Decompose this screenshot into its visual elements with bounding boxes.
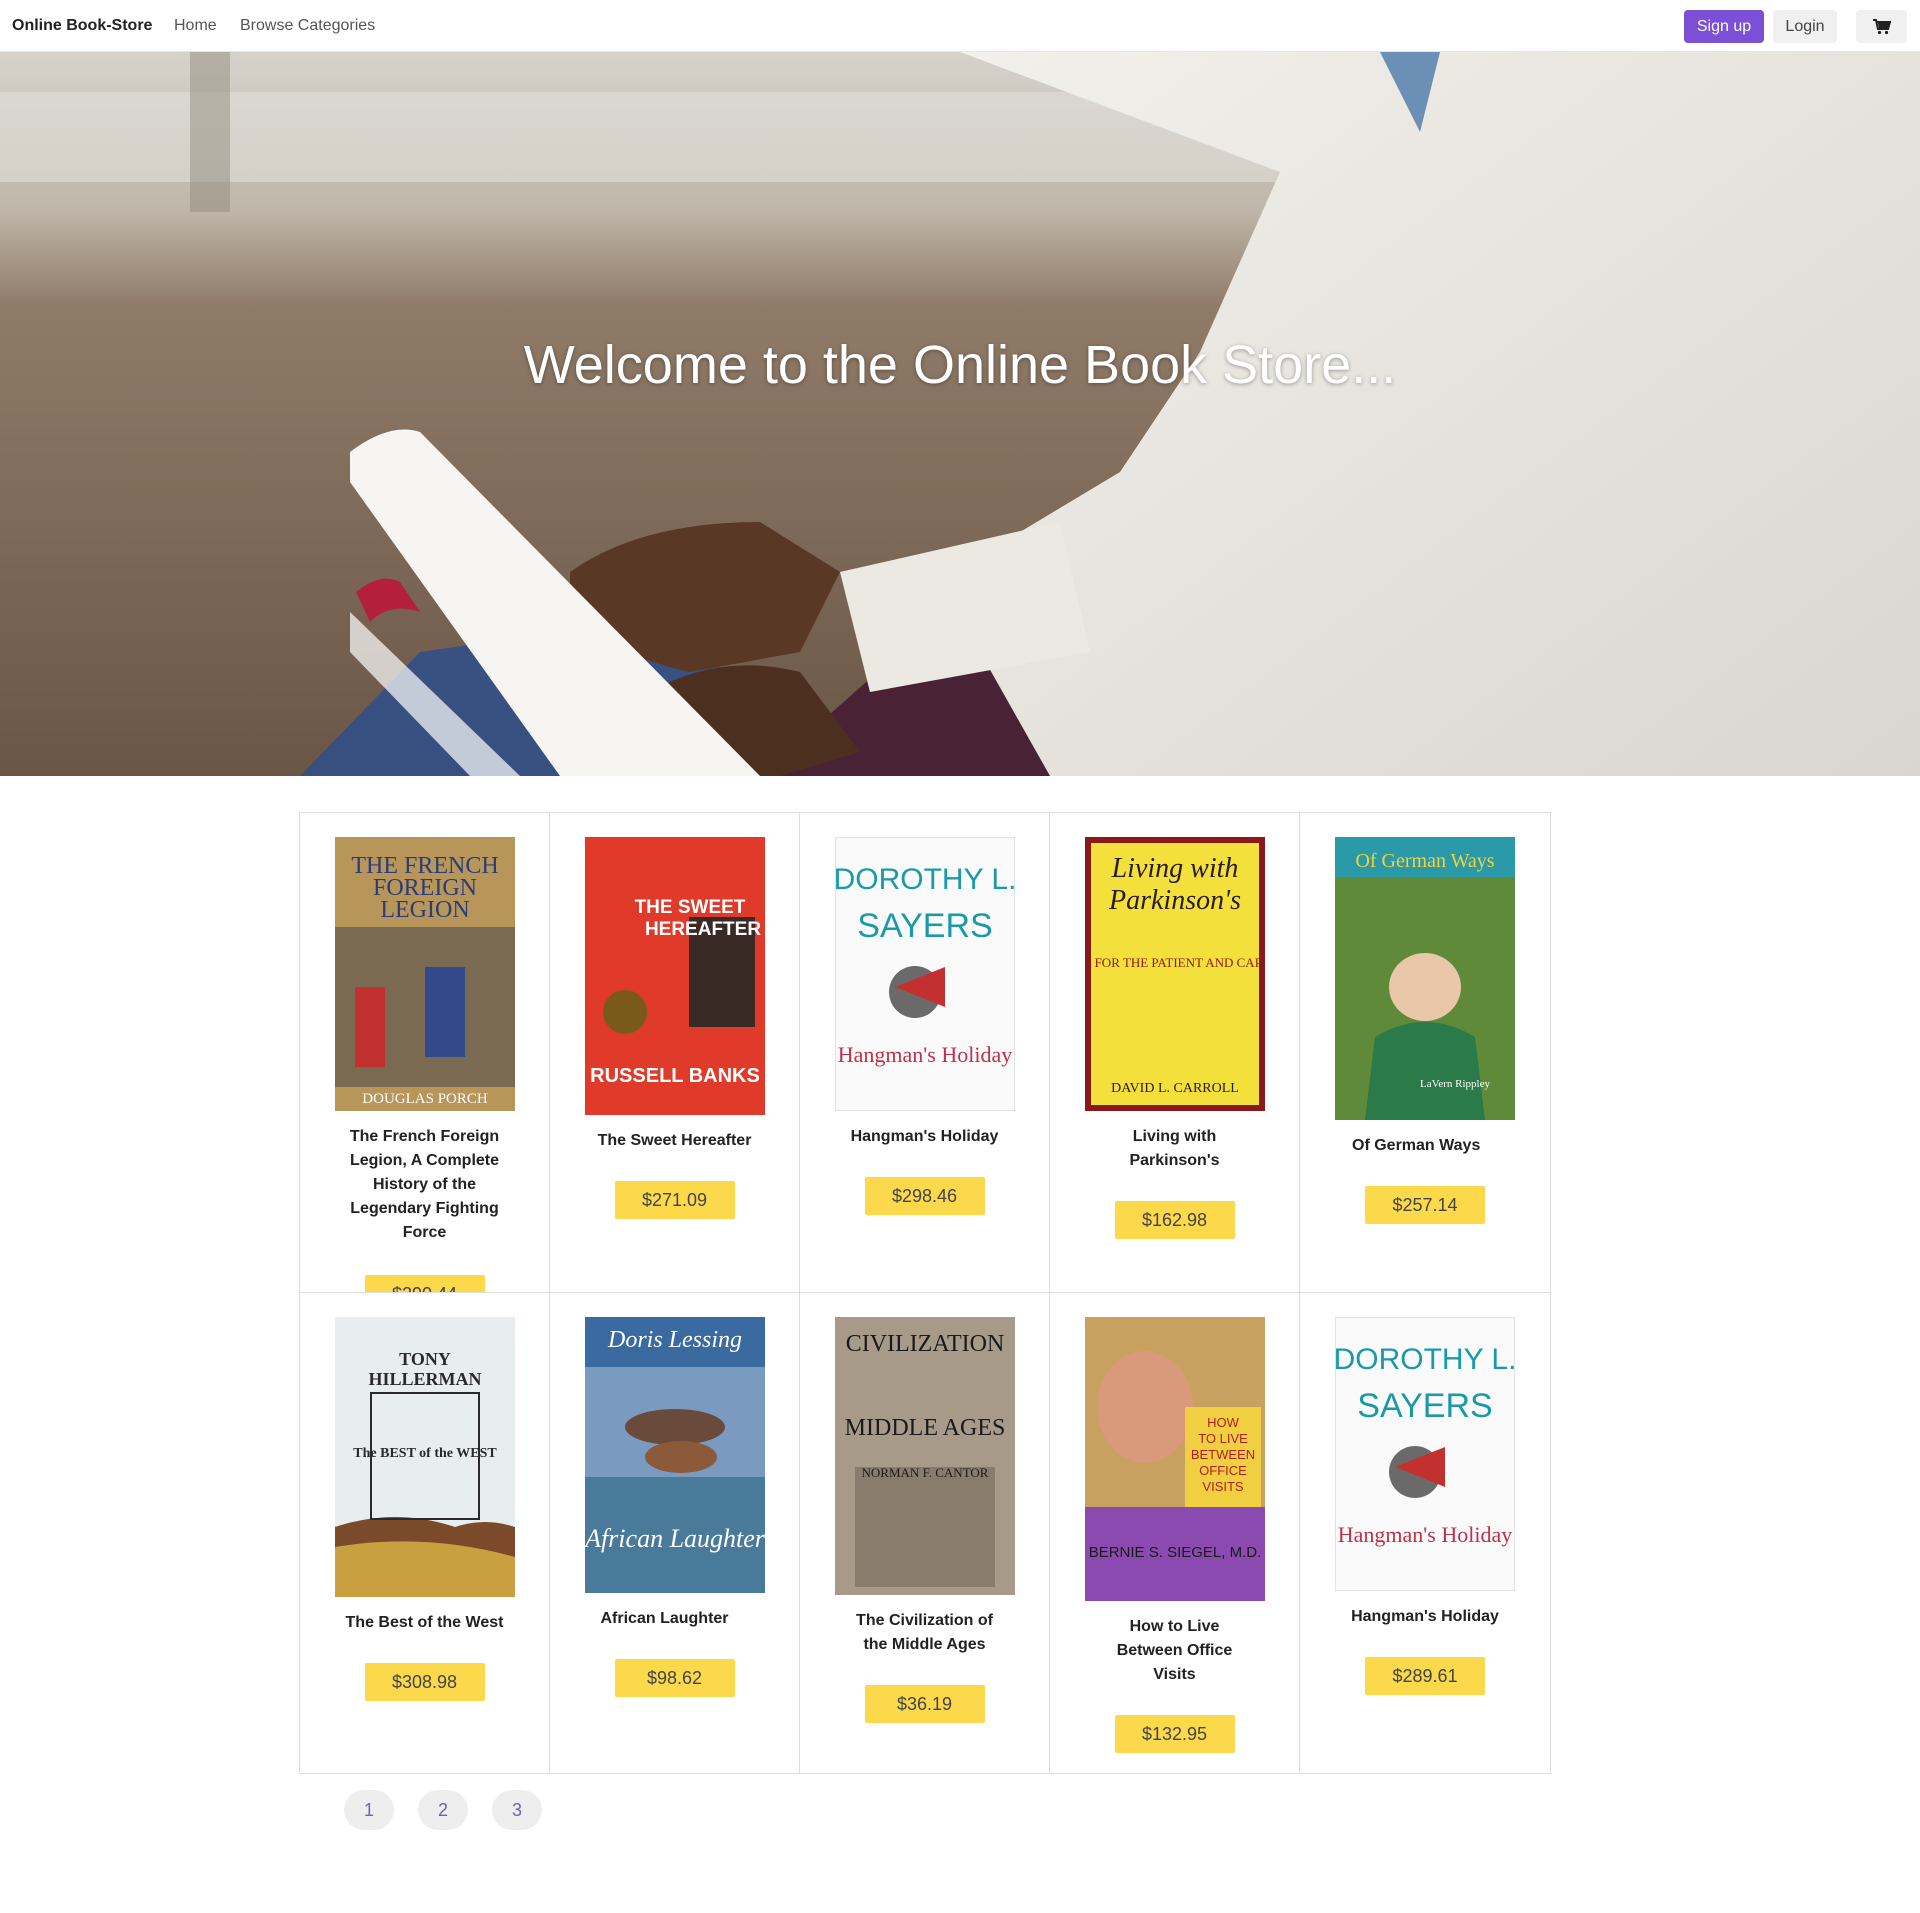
price-button[interactable]: $98.62 (614, 1659, 735, 1697)
price-button[interactable]: $36.19 (864, 1685, 985, 1723)
svg-text:HOW: HOW (1207, 1415, 1240, 1430)
book-title[interactable]: Hangman's Holiday (845, 1125, 1005, 1149)
nav-home-link[interactable]: Home (174, 17, 217, 35)
cart-button[interactable] (1856, 10, 1907, 43)
svg-text:HILLERMAN: HILLERMAN (368, 1369, 481, 1389)
svg-text:MIDDLE AGES: MIDDLE AGES (844, 1415, 1005, 1441)
page-3-button[interactable]: 3 (492, 1790, 542, 1830)
shopping-cart-icon (1872, 18, 1891, 34)
svg-text:SAYERS: SAYERS (857, 907, 992, 945)
hero-photo (0, 52, 1920, 776)
page-2-button[interactable]: 2 (418, 1790, 468, 1830)
svg-text:DAVID L. CARROLL: DAVID L. CARROLL (1111, 1081, 1239, 1096)
svg-text:Living with: Living with (1110, 853, 1238, 884)
hero-title: Welcome to the Online Book Store... (523, 335, 1397, 395)
svg-text:The BEST of the WEST: The BEST of the WEST (353, 1446, 497, 1461)
svg-text:BERNIE S. SIEGEL, M.D.: BERNIE S. SIEGEL, M.D. (1088, 1544, 1261, 1561)
book-title[interactable]: How to Live Between Office Visits (1095, 1615, 1255, 1687)
book-cover[interactable]: THE SWEET HEREAFTER RUSSELL BANKS (584, 837, 765, 1115)
book-cover[interactable]: Doris Lessing African Laughter (584, 1317, 765, 1593)
svg-text:VISITS: VISITS (1202, 1479, 1244, 1494)
svg-text:OFFICE: OFFICE (1199, 1463, 1247, 1478)
book-cover[interactable]: HOW TO LIVE BETWEEN OFFICE VISITS BERNIE… (1084, 1317, 1265, 1601)
book-title[interactable]: The French Foreign Legion, A Complete Hi… (345, 1125, 505, 1245)
price-button[interactable]: $257.14 (1365, 1186, 1485, 1224)
svg-text:TO LIVE: TO LIVE (1198, 1431, 1248, 1446)
svg-text:LaVern Rippley: LaVern Rippley (1420, 1078, 1490, 1090)
price-button[interactable]: $308.98 (364, 1663, 485, 1701)
svg-text:Hangman's Holiday: Hangman's Holiday (1338, 1522, 1512, 1547)
navbar: Online Book-Store Home Browse Categories… (0, 0, 1920, 52)
price-button[interactable]: $162.98 (1114, 1201, 1235, 1239)
book-card[interactable]: DOROTHY L. SAYERS Hangman's Holiday Hang… (1300, 1293, 1550, 1773)
svg-text:Of German Ways: Of German Ways (1355, 850, 1494, 872)
svg-text:Parkinson's: Parkinson's (1108, 885, 1241, 916)
book-cover[interactable]: DOROTHY L. SAYERS Hangman's Holiday (1335, 1317, 1515, 1591)
svg-text:DOROTHY L.: DOROTHY L. (835, 863, 1015, 896)
svg-text:Hangman's Holiday: Hangman's Holiday (837, 1042, 1011, 1067)
book-title[interactable]: Of German Ways (1338, 1134, 1512, 1158)
svg-text:African Laughter: African Laughter (585, 1524, 765, 1553)
book-cover[interactable]: CIVILIZATION MIDDLE AGES NORMAN F. CANTO… (834, 1317, 1015, 1595)
book-title[interactable]: African Laughter (589, 1607, 761, 1631)
book-title[interactable]: The Civilization of the Middle Ages (845, 1609, 1005, 1657)
price-button[interactable]: $271.09 (614, 1181, 735, 1219)
svg-text:LEGION: LEGION (380, 897, 469, 923)
svg-text:DOROTHY L.: DOROTHY L. (1335, 1343, 1515, 1376)
book-title[interactable]: The Best of the West (325, 1611, 525, 1635)
book-cover[interactable]: Of German Ways LaVern Rippley (1335, 837, 1515, 1120)
book-grid: THE FRENCH FOREIGN LEGION DOUGLAS PORCH … (299, 812, 1551, 1774)
svg-text:SAYERS: SAYERS (1357, 1387, 1492, 1425)
price-button[interactable]: $132.95 (1114, 1715, 1235, 1753)
book-title[interactable]: The Sweet Hereafter (595, 1129, 755, 1153)
book-card[interactable]: CIVILIZATION MIDDLE AGES NORMAN F. CANTO… (800, 1293, 1050, 1773)
svg-text:THE SWEET: THE SWEET (634, 897, 745, 918)
book-cover[interactable]: Living with Parkinson's A GUIDE FOR THE … (1084, 837, 1265, 1111)
svg-text:NORMAN F. CANTOR: NORMAN F. CANTOR (861, 1465, 988, 1480)
svg-text:Doris Lessing: Doris Lessing (606, 1327, 741, 1353)
signup-button[interactable]: Sign up (1684, 10, 1764, 43)
book-card[interactable]: Living with Parkinson's A GUIDE FOR THE … (1050, 813, 1300, 1293)
price-button[interactable]: $290.44 (364, 1275, 485, 1292)
book-cover[interactable]: DOROTHY L. SAYERS Hangman's Holiday (834, 837, 1015, 1111)
hero-banner: Welcome to the Online Book Store... (0, 52, 1920, 776)
svg-text:A GUIDE FOR THE PATIENT AND CA: A GUIDE FOR THE PATIENT AND CAREGIVER (1085, 955, 1265, 970)
book-cover[interactable]: TONY HILLERMAN The BEST of the WEST (334, 1317, 515, 1597)
brand-link[interactable]: Online Book-Store (12, 17, 152, 35)
book-card[interactable]: HOW TO LIVE BETWEEN OFFICE VISITS BERNIE… (1050, 1293, 1300, 1773)
book-card[interactable]: Of German Ways LaVern Rippley Of German … (1300, 813, 1550, 1293)
svg-text:HEREAFTER: HEREAFTER (644, 919, 760, 940)
book-card[interactable]: DOROTHY L. SAYERS Hangman's Holiday Hang… (800, 813, 1050, 1293)
book-card[interactable]: THE FRENCH FOREIGN LEGION DOUGLAS PORCH … (300, 813, 550, 1293)
book-title[interactable]: Hangman's Holiday (1345, 1605, 1505, 1629)
svg-text:RUSSELL BANKS: RUSSELL BANKS (590, 1065, 760, 1087)
login-button[interactable]: Login (1773, 10, 1837, 43)
price-button[interactable]: $289.61 (1365, 1657, 1485, 1695)
svg-text:TONY: TONY (399, 1349, 451, 1369)
book-cover[interactable]: THE FRENCH FOREIGN LEGION DOUGLAS PORCH (334, 837, 515, 1111)
book-card[interactable]: THE SWEET HEREAFTER RUSSELL BANKS The Sw… (550, 813, 800, 1293)
svg-text:BETWEEN: BETWEEN (1190, 1447, 1254, 1462)
page-1-button[interactable]: 1 (344, 1790, 394, 1830)
book-card[interactable]: TONY HILLERMAN The BEST of the WEST The … (300, 1293, 550, 1773)
book-title[interactable]: Living with Parkinson's (1095, 1125, 1255, 1173)
svg-text:CIVILIZATION: CIVILIZATION (845, 1331, 1004, 1357)
book-card[interactable]: Doris Lessing African Laughter African L… (550, 1293, 800, 1773)
price-button[interactable]: $298.46 (864, 1177, 985, 1215)
nav-browse-categories-link[interactable]: Browse Categories (240, 17, 375, 35)
svg-text:DOUGLAS PORCH: DOUGLAS PORCH (362, 1091, 488, 1107)
